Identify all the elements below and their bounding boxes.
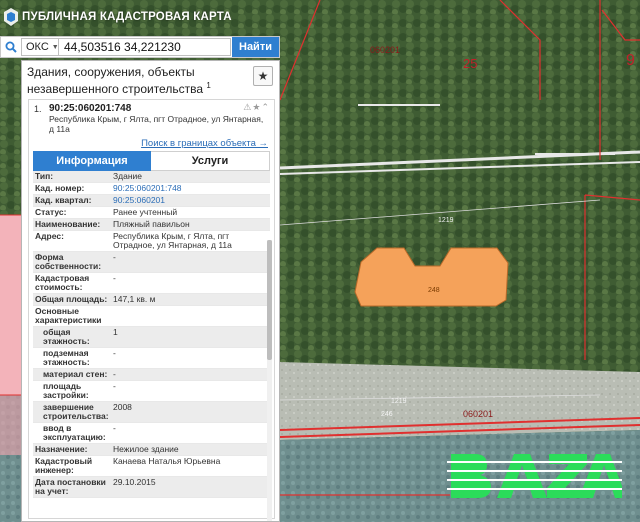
- parcel-label-246: 246: [381, 411, 393, 418]
- attribute-key: материал стен:: [33, 368, 111, 381]
- attribute-key: Назначение:: [33, 443, 111, 456]
- attribute-row: подземная этажность: -: [33, 347, 270, 369]
- attributes-table: Тип: Здание Кад. номер: 90:25:060201:748 Кад…: [33, 171, 270, 498]
- favorite-star-button[interactable]: ★: [253, 66, 273, 86]
- parcel-label-1219-top: 1219: [438, 217, 454, 224]
- attribute-row: Назначение: Нежилое здание: [33, 443, 270, 456]
- search-within-object-link[interactable]: Поиск в границах объекта →: [33, 138, 268, 149]
- attribute-row: Кад. номер: 90:25:060201:748: [33, 182, 270, 195]
- attribute-row: Дата постановки на учет: 29.10.2015: [33, 476, 270, 498]
- attribute-row: завершение строительства: 2008: [33, 401, 270, 423]
- attribute-row: ввод в эксплуатацию: -: [33, 422, 270, 444]
- attribute-key: Кадастровая стоимость:: [33, 272, 111, 294]
- star-icon: ★: [257, 69, 269, 83]
- attribute-value: -: [111, 422, 270, 444]
- attribute-value: 29.10.2015: [111, 476, 270, 498]
- object-type-select[interactable]: ОКС ▼: [21, 38, 59, 56]
- attribute-row: Кадастровая стоимость: -: [33, 272, 270, 294]
- result-count: 1: [206, 81, 211, 90]
- attribute-value: -: [111, 368, 270, 381]
- attribute-value: 90:25:060201:748: [111, 182, 270, 195]
- attribute-value: [111, 305, 270, 327]
- app-title-bar: ПУБЛИЧНАЯ КАДАСТРОВАЯ КАРТА: [0, 0, 280, 34]
- attribute-link[interactable]: 90:25:060201: [113, 195, 165, 205]
- object-index: 1.: [34, 104, 42, 114]
- attribute-value: -: [111, 251, 270, 273]
- search-input[interactable]: 44,503516 34,221230: [59, 38, 231, 56]
- attribute-value: 147,1 кв. м: [111, 293, 270, 306]
- attribute-value: Республика Крым, г Ялта, пгт Отрадное, у…: [111, 230, 270, 252]
- attribute-key: Адрес:: [33, 230, 111, 252]
- attribute-value: -: [111, 272, 270, 294]
- scrollbar[interactable]: [267, 240, 272, 521]
- attribute-key: площадь застройки:: [33, 380, 111, 402]
- attribute-value: -: [111, 347, 270, 369]
- panel-title: Здания, сооружения, объекты незавершенно…: [27, 66, 249, 96]
- object-tools: ⚠★⌃: [243, 102, 270, 113]
- attribute-key: ввод в эксплуатацию:: [33, 422, 111, 444]
- tab-info[interactable]: Информация: [33, 151, 151, 171]
- attribute-value: Нежилое здание: [111, 443, 270, 456]
- quarter-label-bottom: 060201: [463, 409, 494, 419]
- panel-title-text: Здания, сооружения, объекты незавершенно…: [27, 65, 203, 96]
- attribute-key: Общая площадь:: [33, 293, 111, 306]
- attribute-row: Основные характеристики: [33, 305, 270, 327]
- attribute-key: Форма собственности:: [33, 251, 111, 273]
- attribute-value: Канаева Наталья Юрьевна: [111, 455, 270, 477]
- baza-watermark-logo: [447, 454, 622, 498]
- object-address: Республика Крым, г Ялта, пгт Отрадное, у…: [49, 114, 264, 134]
- attribute-key: Статус:: [33, 206, 111, 219]
- parcel-label-9: 9: [626, 52, 635, 69]
- attribute-link[interactable]: 90:25:060201:748: [113, 183, 182, 193]
- attribute-value: 90:25:060201: [111, 194, 270, 207]
- attribute-key: общая этажность:: [33, 326, 111, 348]
- attribute-value: -: [111, 380, 270, 402]
- attribute-value: Пляжный павильон: [111, 218, 270, 231]
- panel-header: Здания, сооружения, объекты незавершенно…: [22, 61, 279, 97]
- attribute-key: завершение строительства:: [33, 401, 111, 423]
- search-bar: ОКС ▼ 44,503516 34,221230 Найти: [0, 36, 280, 58]
- chevron-down-icon: ▼: [51, 43, 59, 51]
- tab-services[interactable]: Услуги: [151, 151, 270, 171]
- attribute-key: Основные характеристики: [33, 305, 111, 327]
- find-button[interactable]: Найти: [232, 37, 279, 57]
- attribute-key: подземная этажность:: [33, 347, 111, 369]
- attribute-row: Общая площадь: 147,1 кв. м: [33, 293, 270, 306]
- attribute-row: Кад. квартал: 90:25:060201: [33, 194, 270, 207]
- info-panel: Здания, сооружения, объекты незавершенно…: [21, 60, 280, 522]
- attribute-value: 2008: [111, 401, 270, 423]
- collapse-icon[interactable]: ⌃: [261, 102, 270, 112]
- object-cadastral-number[interactable]: 90:25:060201:748: [49, 103, 270, 114]
- attribute-row: площадь застройки: -: [33, 380, 270, 402]
- attribute-row: Адрес: Республика Крым, г Ялта, пгт Отрад…: [33, 230, 270, 252]
- attribute-row: Тип: Здание: [33, 171, 270, 183]
- attribute-row: Статус: Ранее учтенный: [33, 206, 270, 219]
- attribute-row: Наименование: Пляжный павильон: [33, 218, 270, 231]
- attribute-value: 1: [111, 326, 270, 348]
- attribute-key: Тип:: [33, 171, 111, 183]
- object-type-value: ОКС: [26, 41, 49, 53]
- attribute-value: Ранее учтенный: [111, 206, 270, 219]
- attribute-key: Дата постановки на учет:: [33, 476, 111, 498]
- scrollbar-thumb[interactable]: [267, 240, 272, 360]
- parcel-label-1219-bottom: 1219: [391, 398, 407, 405]
- attribute-row: Форма собственности: -: [33, 251, 270, 273]
- attribute-row: материал стен: -: [33, 368, 270, 381]
- quarter-label-top: 060201: [370, 45, 401, 55]
- warning-icon[interactable]: ⚠: [243, 102, 252, 112]
- attribute-row: Кадастровый инженер: Канаева Наталья Юрье…: [33, 455, 270, 477]
- object-card: 1. 90:25:060201:748 Республика Крым, г Я…: [28, 99, 275, 521]
- attribute-value: Здание: [111, 171, 270, 183]
- object-tabs: Информация Услуги: [33, 151, 270, 171]
- cadastre-logo-icon: [4, 8, 18, 26]
- search-icon[interactable]: [1, 37, 21, 57]
- attribute-key: Кад. квартал:: [33, 194, 111, 207]
- attribute-key: Наименование:: [33, 218, 111, 231]
- parcel-label-25: 25: [463, 56, 478, 71]
- attribute-key: Кад. номер:: [33, 182, 111, 195]
- attribute-key: Кадастровый инженер:: [33, 455, 111, 477]
- attribute-row: общая этажность: 1: [33, 326, 270, 348]
- app-title: ПУБЛИЧНАЯ КАДАСТРОВАЯ КАРТА: [22, 11, 232, 23]
- building-label-248: 248: [428, 287, 440, 294]
